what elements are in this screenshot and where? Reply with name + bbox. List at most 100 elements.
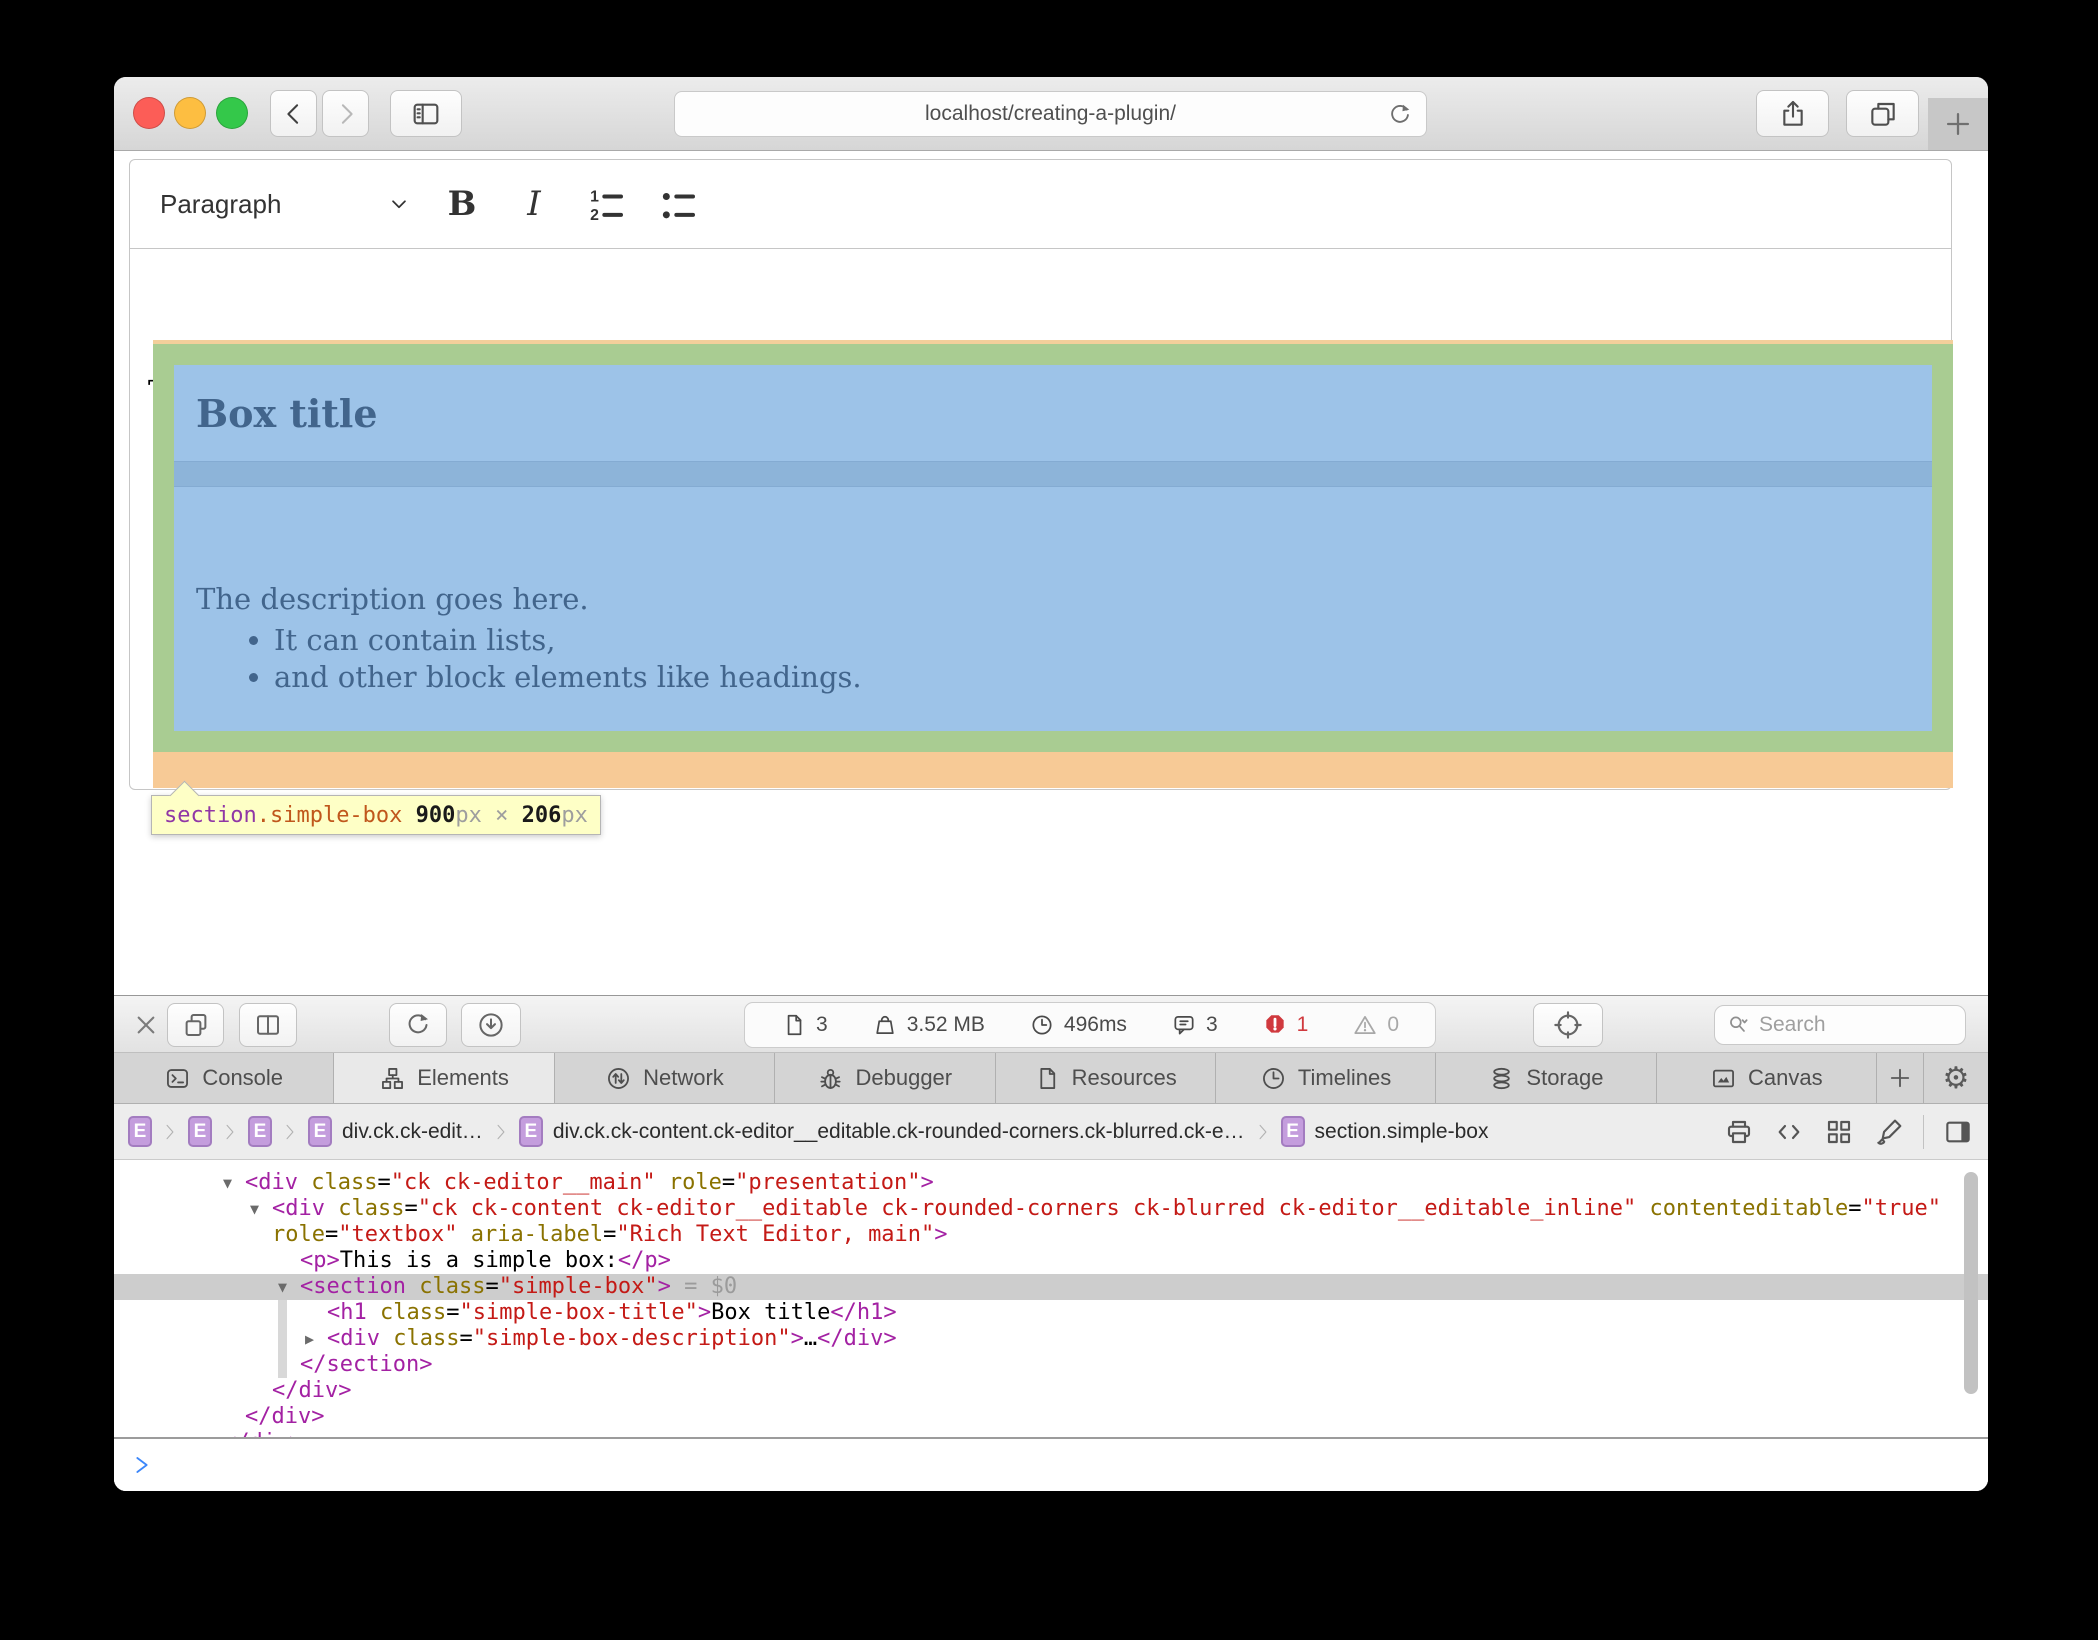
dom-tree-row[interactable]: </div> <box>114 1404 1988 1430</box>
box-bullet-list[interactable]: It can contain lists,and other block ele… <box>174 622 1932 696</box>
breadcrumb-item[interactable]: Ediv.ck.ck-content.ck-editor__editable.c… <box>519 1116 1245 1147</box>
activity-badge[interactable]: 3.52 MB <box>872 1012 985 1038</box>
breadcrumb-item[interactable]: E <box>188 1116 212 1147</box>
dom-segment-pl <box>656 1170 669 1195</box>
bulleted-list-icon <box>658 184 698 224</box>
bold-button[interactable]: B <box>440 182 484 226</box>
settings-button[interactable]: ⚙ <box>1924 1053 1988 1103</box>
box-description[interactable]: The description goes here. <box>196 582 1932 616</box>
disclosure-open-icon[interactable]: ▼ <box>250 1196 272 1222</box>
dom-tree-row[interactable]: ▶<div class="simple-box-description">…</… <box>114 1326 1988 1352</box>
box-bullet-item[interactable]: It can contain lists, <box>274 622 1932 659</box>
dom-segment-pl: = <box>603 1222 616 1247</box>
activity-badge[interactable]: 3 <box>781 1012 828 1038</box>
paragraph-dropdown[interactable]: Paragraph <box>160 189 412 220</box>
tab-label: Timelines <box>1298 1065 1391 1091</box>
reload-icon[interactable] <box>1386 101 1414 129</box>
breadcrumb-item[interactable]: Ediv.ck.ck-edit… <box>308 1116 483 1147</box>
inspector-search-input[interactable]: Search <box>1714 1005 1966 1045</box>
element-badge-icon: E <box>308 1116 332 1147</box>
dom-segment-pl: = <box>377 1170 390 1195</box>
dom-tree-row[interactable]: ▼<div class="ck ck-editor__main" role="p… <box>114 1170 1988 1196</box>
dom-tree-row[interactable]: <h1 class="simple-box-title">Box title</… <box>114 1300 1988 1326</box>
dom-tree-row[interactable]: </section> <box>114 1352 1988 1378</box>
tab-storage[interactable]: Storage <box>1436 1053 1656 1103</box>
console-prompt-row[interactable] <box>114 1439 1988 1491</box>
page-content: Paragraph B I 12 This is a simple box: B… <box>114 151 1988 995</box>
dom-tree-row[interactable]: ▼<section class="simple-box"> = $0 <box>114 1274 1988 1300</box>
tab-network[interactable]: Network <box>555 1053 775 1103</box>
print-icon[interactable] <box>1723 1116 1755 1148</box>
dom-tree-row[interactable]: <p>This is a simple box:</p> <box>114 1248 1988 1274</box>
breadcrumb-item[interactable]: E <box>128 1116 152 1147</box>
dom-segment-val: "simple-box-title" <box>459 1300 697 1325</box>
tooltip-height <box>508 803 521 828</box>
breadcrumb: EEEEdiv.ck.ck-edit…Ediv.ck.ck-content.ck… <box>114 1104 1988 1160</box>
tab-console[interactable]: Console <box>114 1053 334 1103</box>
web-inspector: 3 3.52 MB 496ms 3 1 0 Search Console Elements N… <box>114 995 1988 1491</box>
tab-canvas[interactable]: Canvas <box>1657 1053 1877 1103</box>
breadcrumb-item[interactable]: E <box>248 1116 272 1147</box>
tab-resources[interactable]: Resources <box>996 1053 1216 1103</box>
dom-segment-attr: contenteditable <box>1650 1196 1849 1221</box>
tab-label: Elements <box>417 1065 509 1091</box>
split-pane-icon <box>253 1010 283 1040</box>
details-sidebar-icon[interactable] <box>1942 1116 1974 1148</box>
breadcrumb-item[interactable]: Esection.simple-box <box>1281 1116 1489 1147</box>
dom-segment-pl <box>367 1300 380 1325</box>
activity-badge[interactable]: 1 <box>1262 1012 1309 1038</box>
breadcrumb-label: div.ck.ck-content.ck-editor__editable.ck… <box>553 1120 1245 1144</box>
numbered-list-icon: 12 <box>586 184 626 224</box>
dock-side-button[interactable] <box>239 1003 297 1047</box>
dom-scrollbar[interactable] <box>1964 1172 1978 1394</box>
dom-tree-row[interactable]: </div> <box>114 1378 1988 1404</box>
browser-chrome: localhost/creating-a-plugin/ <box>114 77 1988 151</box>
box-bullet-item[interactable]: and other block elements like headings. <box>274 659 1932 696</box>
url-field[interactable]: localhost/creating-a-plugin/ <box>674 91 1427 137</box>
disclosure-open-icon[interactable]: ▼ <box>278 1274 300 1300</box>
sidebar-toggle-button[interactable] <box>390 90 462 137</box>
tab-elements[interactable]: Elements <box>334 1053 554 1103</box>
box-title[interactable]: Box title <box>174 365 1932 462</box>
element-size-tooltip: section.simple-box 900px × 206px <box>151 795 601 835</box>
activity-badge[interactable]: 0 <box>1352 1012 1399 1038</box>
error-icon <box>1262 1012 1288 1038</box>
dom-tree-row[interactable]: ▼<div class="ck ck-content ck-editor__ed… <box>114 1196 1988 1222</box>
dom-segment-tag: > <box>698 1300 711 1325</box>
new-tab-button[interactable] <box>1928 98 1988 150</box>
zoom-window-button[interactable] <box>216 97 248 129</box>
forward-button[interactable] <box>322 90 369 137</box>
dom-segment-attr: class <box>311 1170 377 1195</box>
code-brackets-icon[interactable] <box>1773 1116 1805 1148</box>
download-icon <box>476 1010 506 1040</box>
close-window-button[interactable] <box>133 97 165 129</box>
detach-inspector-button[interactable] <box>167 1003 224 1047</box>
close-inspector-button[interactable] <box>130 1009 162 1041</box>
download-button[interactable] <box>461 1003 521 1047</box>
console-prompt-icon <box>128 1451 156 1479</box>
activity-badge[interactable]: 496ms <box>1029 1012 1127 1038</box>
add-tab-button[interactable] <box>1877 1053 1924 1103</box>
dom-tree: ▼<div class="ck ck-editor__main" role="p… <box>114 1160 1988 1437</box>
disclosure-open-icon[interactable]: ▼ <box>223 1170 245 1196</box>
grid-icon[interactable] <box>1823 1116 1855 1148</box>
disclosure-closed-icon[interactable]: ▶ <box>305 1326 327 1352</box>
tab-overview-button[interactable] <box>1846 90 1919 137</box>
dom-tree-row[interactable]: role="textbox" aria-label="Rich Text Edi… <box>114 1222 1988 1248</box>
tab-timelines[interactable]: Timelines <box>1216 1053 1436 1103</box>
element-picker-button[interactable] <box>1533 1003 1603 1047</box>
paintbrush-icon[interactable] <box>1873 1116 1905 1148</box>
dom-tree-row[interactable]: </div> <box>114 1430 1988 1437</box>
minimize-window-button[interactable] <box>174 97 206 129</box>
badge-value: 3 <box>816 1013 828 1037</box>
italic-button[interactable]: I <box>512 182 556 226</box>
bulleted-list-button[interactable] <box>656 182 700 226</box>
breadcrumb-label: div.ck.ck-edit… <box>342 1120 483 1144</box>
back-button[interactable] <box>270 90 317 137</box>
numbered-list-button[interactable]: 12 <box>584 182 628 226</box>
tab-debugger[interactable]: Debugger <box>775 1053 995 1103</box>
dom-segment-pl: = <box>446 1300 459 1325</box>
activity-badge[interactable]: 3 <box>1171 1012 1218 1038</box>
reload-page-button[interactable] <box>389 1003 447 1047</box>
share-button[interactable] <box>1756 90 1829 137</box>
